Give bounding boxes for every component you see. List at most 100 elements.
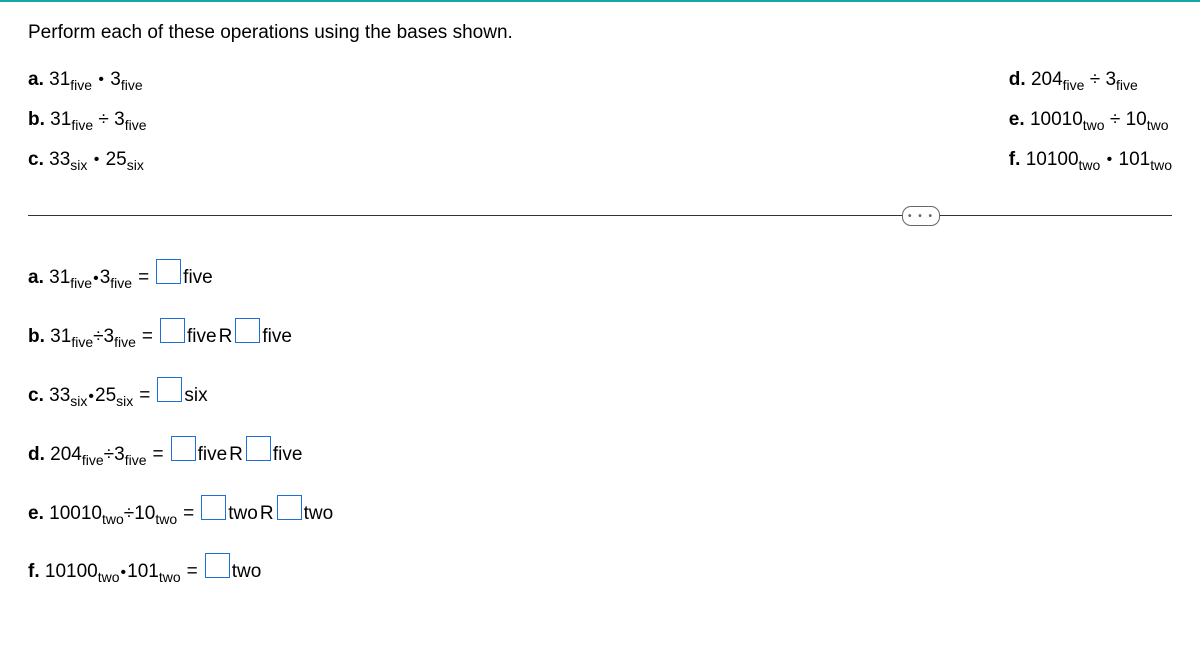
- label-d: d.: [1009, 69, 1026, 90]
- ans-a-label: a.: [28, 267, 44, 289]
- ans-a-lbase: five: [70, 275, 92, 291]
- ans-d-base1: five: [198, 444, 228, 466]
- ans-c-lbase: six: [70, 393, 87, 409]
- answer-e: e. 10010two ÷ 10two = two R two: [28, 494, 1172, 527]
- ans-e-lbase: two: [102, 510, 124, 526]
- ans-f-eq: =: [187, 561, 198, 583]
- d-rhs: 3: [1105, 69, 1116, 90]
- ans-c-rbase: six: [116, 393, 133, 409]
- a-lhs: 31: [49, 69, 70, 90]
- answer-d: d. 204five ÷ 3five = five R five: [28, 435, 1172, 468]
- ans-d-base2: five: [273, 444, 303, 466]
- label-a: a.: [28, 69, 44, 90]
- f-rhs: 101: [1119, 149, 1151, 170]
- e-lbase: two: [1083, 117, 1105, 133]
- input-b-remainder[interactable]: [235, 318, 260, 343]
- input-d-quotient[interactable]: [171, 436, 196, 461]
- problem-e: e. 10010two ÷ 10two: [1009, 106, 1172, 136]
- c-lhs: 33: [49, 149, 70, 170]
- ans-c-eq: =: [139, 385, 150, 407]
- ans-d-label: d.: [28, 444, 45, 466]
- input-a[interactable]: [156, 259, 181, 284]
- ans-f-lhs: 10100: [45, 561, 98, 582]
- input-e-quotient[interactable]: [201, 495, 226, 520]
- c-op: •: [93, 151, 101, 168]
- problem-a: a. 31five • 3five: [28, 66, 146, 96]
- d-rbase: five: [1116, 77, 1138, 93]
- b-rbase: five: [125, 117, 147, 133]
- input-e-remainder[interactable]: [277, 495, 302, 520]
- ans-a-rbase: five: [110, 275, 132, 291]
- f-lbase: two: [1079, 156, 1101, 172]
- ans-d-eq: =: [152, 444, 163, 466]
- ans-b-op: ÷: [93, 326, 103, 348]
- ans-e-eq: =: [183, 503, 194, 525]
- ans-d-rbase: five: [125, 452, 147, 468]
- ans-b-base1: five: [187, 326, 217, 348]
- b-rhs: 3: [114, 109, 125, 130]
- f-lhs: 10100: [1026, 149, 1079, 170]
- answer-c: c. 33six • 25six = six: [28, 376, 1172, 409]
- label-b: b.: [28, 109, 45, 130]
- problems-row: a. 31five • 3five b. 31five ÷ 3five c. 3…: [28, 66, 1172, 175]
- ans-a-lhs: 31: [49, 267, 70, 288]
- expand-button[interactable]: • • •: [902, 206, 940, 226]
- ans-f-label: f.: [28, 561, 40, 583]
- problems-left-column: a. 31five • 3five b. 31five ÷ 3five c. 3…: [28, 66, 146, 175]
- ans-a-eq: =: [138, 267, 149, 289]
- e-rhs: 10: [1126, 109, 1147, 130]
- ans-e-rbase: two: [155, 510, 177, 526]
- e-lhs: 10010: [1030, 109, 1083, 130]
- ans-b-base2: five: [262, 326, 292, 348]
- ellipsis-icon: • • •: [908, 211, 934, 222]
- input-c[interactable]: [157, 377, 182, 402]
- c-lbase: six: [70, 156, 87, 172]
- ans-c-rhs: 25: [95, 385, 116, 406]
- ans-e-op: ÷: [124, 503, 134, 525]
- ans-f-op: •: [120, 564, 128, 582]
- e-op: ÷: [1110, 109, 1120, 130]
- ans-c-label: c.: [28, 385, 44, 407]
- ans-d-R: R: [229, 444, 243, 466]
- f-rbase: two: [1150, 156, 1172, 172]
- ans-b-R: R: [219, 326, 233, 348]
- instruction-text: Perform each of these operations using t…: [28, 22, 1172, 44]
- input-f[interactable]: [205, 553, 230, 578]
- ans-c-base: six: [184, 385, 207, 407]
- ans-a-base: five: [183, 267, 213, 289]
- ans-d-lbase: five: [82, 452, 104, 468]
- ans-c-op: •: [87, 388, 95, 406]
- ans-a-op: •: [92, 270, 100, 288]
- ans-a-rhs: 3: [100, 267, 111, 288]
- ans-b-rhs: 3: [104, 326, 115, 347]
- input-d-remainder[interactable]: [246, 436, 271, 461]
- ans-e-rhs: 10: [134, 503, 155, 524]
- ans-e-base1: two: [228, 503, 258, 525]
- problem-d: d. 204five ÷ 3five: [1009, 66, 1172, 96]
- ans-b-rbase: five: [114, 334, 136, 350]
- ans-b-eq: =: [142, 326, 153, 348]
- a-rbase: five: [121, 77, 143, 93]
- ans-b-label: b.: [28, 326, 45, 348]
- b-op: ÷: [98, 109, 108, 130]
- ans-e-label: e.: [28, 503, 44, 525]
- answer-f: f. 10100two • 101two = two: [28, 552, 1172, 585]
- section-divider: • • •: [28, 215, 1172, 216]
- ans-b-lbase: five: [71, 334, 93, 350]
- problems-right-column: d. 204five ÷ 3five e. 10010two ÷ 10two f…: [1009, 66, 1172, 175]
- answers-section: a. 31five • 3five = five b. 31five ÷ 3fi…: [28, 258, 1172, 585]
- ans-e-lhs: 10010: [49, 503, 102, 524]
- a-lbase: five: [70, 77, 92, 93]
- d-lbase: five: [1063, 77, 1085, 93]
- d-lhs: 204: [1031, 69, 1063, 90]
- d-op: ÷: [1090, 69, 1100, 90]
- label-e: e.: [1009, 109, 1025, 130]
- ans-e-R: R: [260, 503, 274, 525]
- a-op: •: [97, 71, 105, 88]
- ans-d-rhs: 3: [114, 444, 125, 465]
- ans-f-base: two: [232, 561, 262, 583]
- input-b-quotient[interactable]: [160, 318, 185, 343]
- c-rbase: six: [127, 156, 144, 172]
- problem-c: c. 33six • 25six: [28, 146, 146, 176]
- problem-b: b. 31five ÷ 3five: [28, 106, 146, 136]
